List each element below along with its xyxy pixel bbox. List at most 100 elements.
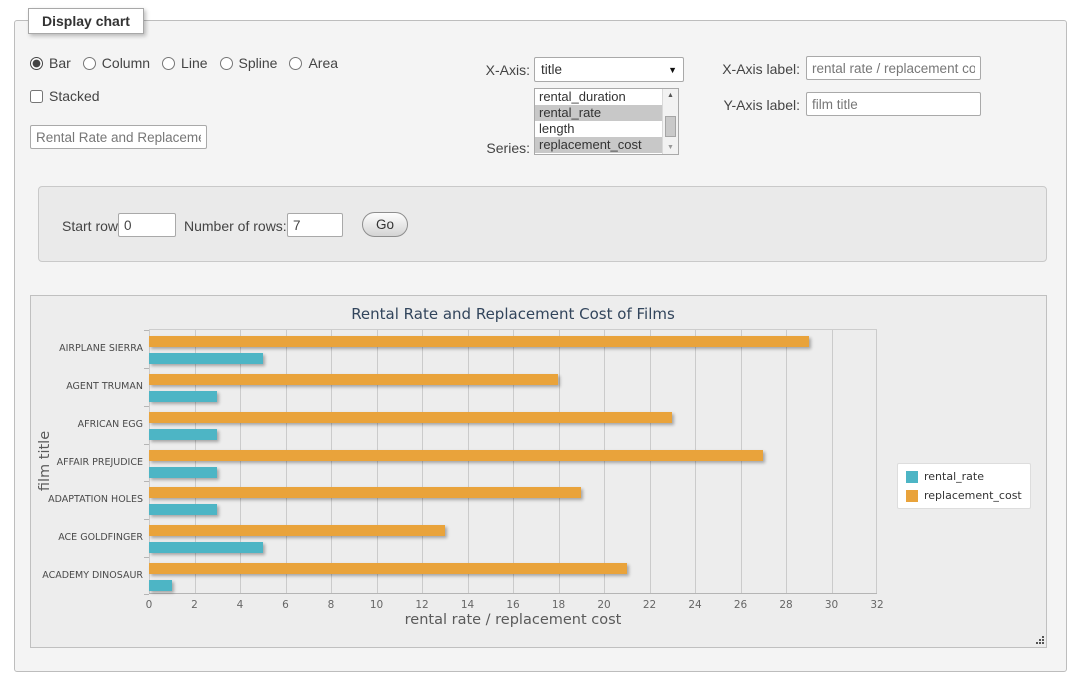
category-label: AGENT TRUMAN <box>33 381 143 393</box>
category-tick <box>144 557 149 558</box>
radio-column-label: Column <box>102 55 150 71</box>
bar-replacement_cost <box>149 563 627 574</box>
radio-line[interactable] <box>162 57 175 70</box>
gridline <box>832 330 833 593</box>
legend-item-replacement_cost[interactable]: replacement_cost <box>906 489 1022 502</box>
x-tick-label: 20 <box>584 599 624 611</box>
gridline <box>377 330 378 593</box>
gridline <box>468 330 469 593</box>
series-label: Series: <box>455 140 530 156</box>
display-chart-legend: Display chart <box>28 8 144 34</box>
gridline <box>786 330 787 593</box>
x-axis-select[interactable]: title ▼ <box>534 57 684 82</box>
bar-rental_rate <box>149 467 217 478</box>
category-label: ACE GOLDFINGER <box>33 532 143 544</box>
x-axis-label-input[interactable] <box>806 56 981 80</box>
x-tick-label: 28 <box>766 599 806 611</box>
gridline <box>149 330 150 593</box>
radio-bar-label: Bar <box>49 55 71 71</box>
num-rows-input[interactable] <box>287 213 343 237</box>
category-tick <box>144 481 149 482</box>
chart-type-radio-group: Bar Column Line Spline Area <box>30 55 344 71</box>
num-rows-label: Number of rows: <box>184 218 287 234</box>
gridline <box>286 330 287 593</box>
dropdown-arrow-icon: ▼ <box>668 65 677 75</box>
gridline <box>695 330 696 593</box>
radio-spline[interactable] <box>220 57 233 70</box>
x-tick-label: 22 <box>630 599 670 611</box>
x-tick-label: 16 <box>493 599 533 611</box>
bar-replacement_cost <box>149 525 445 536</box>
series-options: rental_durationrental_ratelengthreplacem… <box>535 89 662 153</box>
x-tick-label: 0 <box>129 599 169 611</box>
plot-area: AIRPLANE SIERRAAGENT TRUMANAFRICAN EGGAF… <box>149 329 877 594</box>
bar-rental_rate <box>149 580 172 591</box>
radio-area[interactable] <box>289 57 302 70</box>
scroll-down-icon[interactable]: ▼ <box>663 141 678 154</box>
series-option-rental_duration[interactable]: rental_duration <box>535 89 662 105</box>
x-tick-label: 30 <box>812 599 852 611</box>
radio-bar[interactable] <box>30 57 43 70</box>
x-axis-label-label: X-Axis label: <box>700 61 800 77</box>
gridline <box>331 330 332 593</box>
go-button[interactable]: Go <box>362 212 408 237</box>
bar-rental_rate <box>149 429 217 440</box>
category-tick <box>144 406 149 407</box>
legend-item-rental_rate[interactable]: rental_rate <box>906 470 1022 483</box>
gridline <box>240 330 241 593</box>
start-row-input[interactable] <box>118 213 176 237</box>
bar-replacement_cost <box>149 450 763 461</box>
radio-spline-label: Spline <box>239 55 278 71</box>
scroll-up-icon[interactable]: ▲ <box>663 89 678 102</box>
x-tick-label: 8 <box>311 599 351 611</box>
bar-rental_rate <box>149 542 263 553</box>
x-tick-label: 6 <box>266 599 306 611</box>
bar-replacement_cost <box>149 374 558 385</box>
legend-swatch <box>906 490 918 502</box>
x-tick-label: 18 <box>539 599 579 611</box>
legend-label: rental_rate <box>924 470 984 483</box>
series-listbox[interactable]: rental_durationrental_ratelengthreplacem… <box>534 88 679 155</box>
resize-handle-icon[interactable] <box>1033 634 1045 646</box>
chart-legend: rental_rate replacement_cost <box>897 463 1031 509</box>
x-tick-label: 24 <box>675 599 715 611</box>
category-tick <box>144 330 149 331</box>
series-option-rental_rate[interactable]: rental_rate <box>535 105 662 121</box>
x-tick-label: 4 <box>220 599 260 611</box>
category-label: ADAPTATION HOLES <box>33 494 143 506</box>
x-tick-label: 32 <box>857 599 897 611</box>
radio-area-label: Area <box>308 55 338 71</box>
category-label: ACADEMY DINOSAUR <box>33 570 143 582</box>
bar-replacement_cost <box>149 412 672 423</box>
gridline <box>650 330 651 593</box>
stacked-label: Stacked <box>49 88 100 104</box>
x-tick-label: 10 <box>357 599 397 611</box>
gridline <box>741 330 742 593</box>
y-axis-label-label: Y-Axis label: <box>700 97 800 113</box>
bar-rental_rate <box>149 391 217 402</box>
category-label: AFRICAN EGG <box>33 419 143 431</box>
stacked-row: Stacked <box>30 88 100 104</box>
y-axis-label-input[interactable] <box>806 92 981 116</box>
start-row-label: Start row: <box>62 218 122 234</box>
gridline <box>604 330 605 593</box>
category-tick <box>144 594 149 595</box>
stacked-checkbox[interactable] <box>30 90 43 103</box>
gridline <box>513 330 514 593</box>
chart-title-input[interactable] <box>30 125 207 149</box>
x-axis-select-value: title <box>541 62 562 77</box>
series-option-replacement_cost[interactable]: replacement_cost <box>535 137 662 153</box>
gridline <box>559 330 560 593</box>
category-tick <box>144 368 149 369</box>
bar-replacement_cost <box>149 336 809 347</box>
page: Display chart Bar Column Line Spline Are… <box>0 0 1081 681</box>
scroll-thumb[interactable] <box>665 116 676 137</box>
series-option-length[interactable]: length <box>535 121 662 137</box>
listbox-scrollbar[interactable]: ▲ ▼ <box>662 89 678 154</box>
gridline <box>422 330 423 593</box>
category-tick <box>144 519 149 520</box>
radio-column[interactable] <box>83 57 96 70</box>
bar-rental_rate <box>149 353 263 364</box>
radio-line-label: Line <box>181 55 207 71</box>
gridline <box>195 330 196 593</box>
